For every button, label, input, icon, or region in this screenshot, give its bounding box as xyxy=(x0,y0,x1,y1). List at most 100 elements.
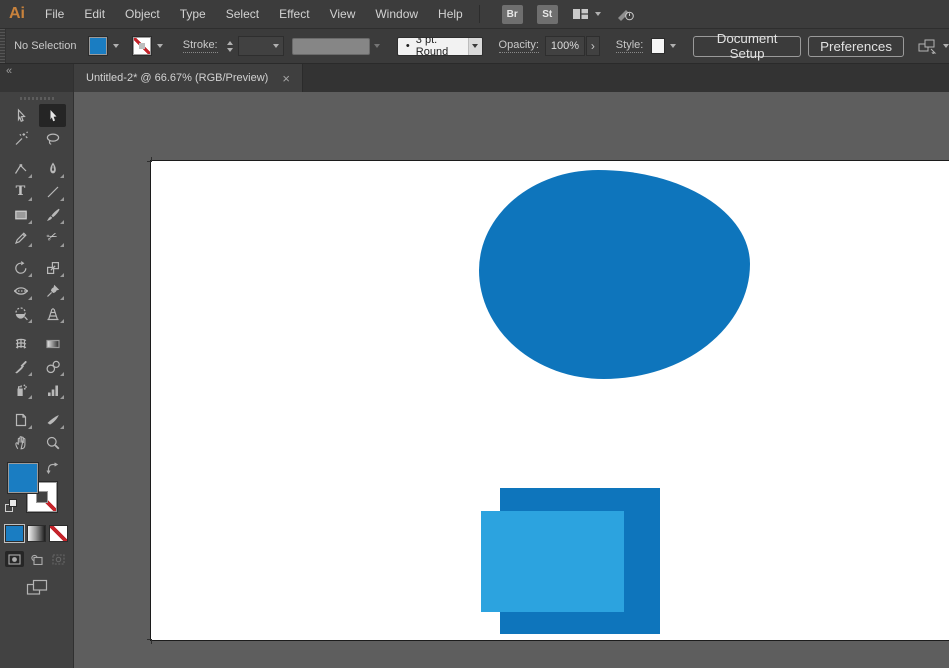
opacity-field[interactable]: 100% xyxy=(545,36,585,56)
opacity-label[interactable]: Opacity: xyxy=(499,39,539,53)
screen-mode-button[interactable] xyxy=(0,579,73,596)
style-label[interactable]: Style: xyxy=(616,39,644,53)
column-graph-tool[interactable] xyxy=(39,378,66,401)
pasteboard[interactable] xyxy=(74,92,949,668)
symbol-sprayer-tool[interactable] xyxy=(7,378,34,401)
none-button[interactable] xyxy=(49,525,68,542)
slice-tool[interactable] xyxy=(39,408,66,431)
brush-dropdown-button[interactable] xyxy=(468,38,481,55)
type-tool[interactable]: T xyxy=(7,180,34,203)
control-bar: No Selection Stroke: • 3 pt. Round Opaci… xyxy=(0,29,949,64)
document-setup-button[interactable]: Document Setup xyxy=(693,36,801,57)
brush-definition-dropdown[interactable]: • 3 pt. Round xyxy=(397,37,483,56)
menu-type[interactable]: Type xyxy=(170,0,216,29)
draw-inside-button[interactable] xyxy=(49,551,68,567)
rectangle-tool[interactable] xyxy=(7,203,34,226)
blob-shape[interactable] xyxy=(479,170,750,379)
swap-arrows-icon xyxy=(46,462,59,475)
stock-button[interactable]: St xyxy=(537,5,558,24)
fill-color-swatch[interactable] xyxy=(89,37,107,55)
menu-help[interactable]: Help xyxy=(428,0,473,29)
stroke-label[interactable]: Stroke: xyxy=(183,39,218,53)
scale-tool[interactable] xyxy=(39,256,66,279)
puppet-warp-tool[interactable] xyxy=(39,279,66,302)
shaper-tool[interactable] xyxy=(7,226,34,249)
chevron-down-icon xyxy=(472,44,478,48)
menu-object[interactable]: Object xyxy=(115,0,170,29)
navigation-tool-group xyxy=(0,408,73,454)
rotate-tool[interactable] xyxy=(7,256,34,279)
dock-collapse-button[interactable]: « xyxy=(0,64,73,92)
style-swatch[interactable] xyxy=(651,38,665,54)
swap-fill-stroke-button[interactable] xyxy=(46,462,59,478)
stroke-none-hole xyxy=(139,43,145,49)
curvature-tool[interactable] xyxy=(7,157,34,180)
chevron-down-icon xyxy=(374,44,380,48)
width-tool[interactable] xyxy=(7,279,34,302)
special-tool-group xyxy=(0,332,73,401)
stroke-color-control[interactable] xyxy=(123,37,167,55)
draw-behind-button[interactable] xyxy=(27,551,46,567)
chevron-down-icon xyxy=(943,44,949,48)
stepper-down-icon xyxy=(227,48,233,52)
blend-tool[interactable] xyxy=(39,355,66,378)
menu-file[interactable]: File xyxy=(35,0,74,29)
screen-mode-icon xyxy=(26,579,48,596)
menu-window[interactable]: Window xyxy=(365,0,428,29)
direct-selection-tool[interactable] xyxy=(7,104,34,127)
perspective-grid-tool[interactable] xyxy=(39,302,66,325)
chevron-down-icon xyxy=(157,44,163,48)
color-button[interactable] xyxy=(5,525,24,542)
menu-edit[interactable]: Edit xyxy=(74,0,115,29)
gradient-tool[interactable] xyxy=(39,332,66,355)
selection-tool[interactable] xyxy=(39,104,66,127)
artboard-tool[interactable] xyxy=(7,408,34,431)
style-dropdown[interactable] xyxy=(667,37,679,55)
mesh-tool[interactable] xyxy=(7,332,34,355)
document-area: Untitled-2* @ 66.67% (RGB/Preview) × xyxy=(74,64,949,668)
magic-wand-tool[interactable] xyxy=(7,127,34,150)
type-tool-glyph: T xyxy=(16,185,26,198)
lasso-tool[interactable] xyxy=(39,127,66,150)
preferences-button[interactable]: Preferences xyxy=(808,36,904,57)
opacity-expand-button[interactable]: › xyxy=(586,36,600,56)
default-fill-stroke-button[interactable] xyxy=(5,499,19,513)
workspace: « xyxy=(0,64,949,668)
fill-color-control[interactable] xyxy=(77,37,123,55)
front-rectangle-shape[interactable] xyxy=(481,511,624,612)
width-profile-dropdown[interactable] xyxy=(292,38,370,55)
tools-panel-grip[interactable] xyxy=(20,97,54,100)
menu-select[interactable]: Select xyxy=(216,0,269,29)
stroke-width-field[interactable] xyxy=(238,36,284,56)
draw-normal-icon xyxy=(8,554,21,565)
gradient-button[interactable] xyxy=(27,525,46,542)
artboard[interactable] xyxy=(150,160,949,641)
fill-proxy-swatch[interactable] xyxy=(8,463,38,493)
window-arrange-control[interactable] xyxy=(918,39,949,54)
hand-tool[interactable] xyxy=(7,431,34,454)
bridge-button[interactable]: Br xyxy=(502,5,523,24)
draw-normal-button[interactable] xyxy=(5,551,24,567)
menu-effect[interactable]: Effect xyxy=(269,0,319,29)
scissors-tool[interactable]: ✂ xyxy=(39,226,66,249)
control-bar-grip[interactable] xyxy=(0,29,6,63)
stroke-width-stepper[interactable] xyxy=(225,36,236,57)
arrange-documents-button[interactable] xyxy=(572,7,601,21)
fill-color-dropdown[interactable] xyxy=(109,37,123,55)
eyedropper-tool[interactable] xyxy=(7,355,34,378)
scissors-tool-glyph: ✂ xyxy=(45,230,60,246)
default-fill-mini xyxy=(9,499,17,507)
shape-builder-tool[interactable] xyxy=(7,302,34,325)
line-segment-tool[interactable] xyxy=(39,180,66,203)
stroke-color-dropdown[interactable] xyxy=(153,37,167,55)
gpu-performance-button[interactable] xyxy=(615,6,636,22)
pen-tool[interactable] xyxy=(39,157,66,180)
stroke-color-swatch[interactable] xyxy=(133,37,151,55)
paintbrush-tool[interactable] xyxy=(39,203,66,226)
menu-view[interactable]: View xyxy=(320,0,366,29)
zoom-tool[interactable] xyxy=(39,431,66,454)
illustrator-logo: Ai xyxy=(9,5,25,23)
tools-dock: « xyxy=(0,64,74,668)
tab-close-icon[interactable]: × xyxy=(282,72,290,85)
document-tab[interactable]: Untitled-2* @ 66.67% (RGB/Preview) × xyxy=(74,64,303,92)
